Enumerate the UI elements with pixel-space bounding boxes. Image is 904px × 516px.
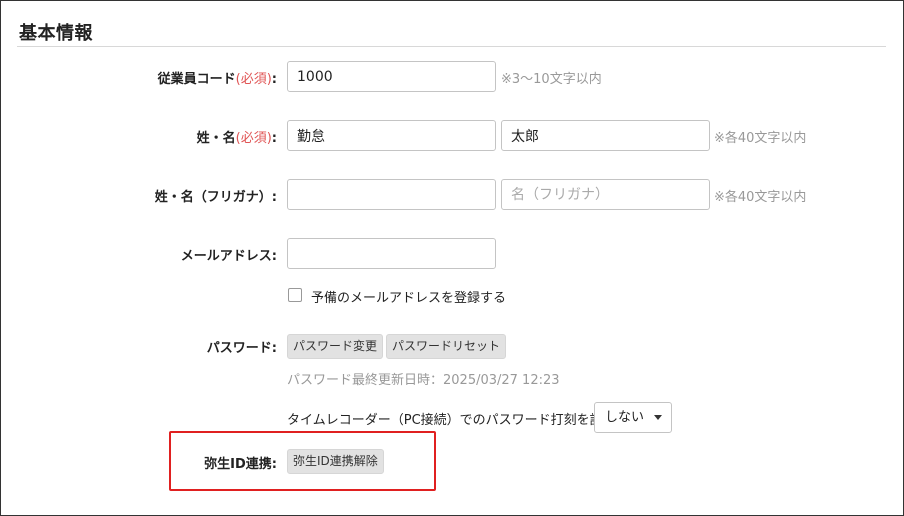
password-label: パスワード: bbox=[206, 341, 277, 356]
first-name-input[interactable] bbox=[501, 120, 710, 151]
highlight-box bbox=[169, 431, 436, 491]
name-hint: ※各40文字以内 bbox=[714, 131, 807, 146]
name-kana-hint: ※各40文字以内 bbox=[714, 190, 807, 205]
time-recorder-label: タイムレコーダー（PC接続）でのパスワード打刻を許可 bbox=[287, 413, 616, 428]
name-kana-label: 姓・名（フリガナ）: bbox=[154, 190, 277, 205]
name-label: 姓・名(必須): bbox=[196, 131, 277, 146]
chevron-down-icon bbox=[654, 415, 662, 420]
required-mark: (必須) bbox=[235, 72, 272, 87]
employee-code-input[interactable] bbox=[287, 61, 496, 92]
email-label: メールアドレス: bbox=[180, 249, 277, 264]
spare-email-checkbox-label[interactable]: 予備のメールアドレスを登録する bbox=[311, 287, 506, 306]
last-name-kana-input[interactable] bbox=[287, 179, 496, 210]
section-divider bbox=[17, 46, 886, 47]
form-panel: 基本情報 従業員コード(必須): ※3〜10文字以内 姓・名(必須): ※各40… bbox=[0, 0, 904, 516]
employee-code-label: 従業員コード(必須): bbox=[157, 72, 277, 87]
password-reset-button[interactable]: パスワードリセット bbox=[386, 334, 507, 359]
first-name-kana-input[interactable] bbox=[501, 179, 710, 210]
last-name-input[interactable] bbox=[287, 120, 496, 151]
time-recorder-selected-value: しない bbox=[605, 410, 645, 425]
email-input[interactable] bbox=[287, 238, 496, 269]
required-mark: (必須) bbox=[235, 131, 272, 146]
password-change-button[interactable]: パスワード変更 bbox=[287, 334, 384, 359]
employee-code-hint: ※3〜10文字以内 bbox=[501, 72, 602, 87]
section-title: 基本情報 bbox=[19, 23, 93, 44]
spare-email-checkbox[interactable] bbox=[288, 288, 302, 302]
time-recorder-select[interactable]: しない bbox=[594, 402, 672, 433]
password-last-updated: パスワード最終更新日時：2025/03/27 12:23 bbox=[287, 373, 560, 388]
